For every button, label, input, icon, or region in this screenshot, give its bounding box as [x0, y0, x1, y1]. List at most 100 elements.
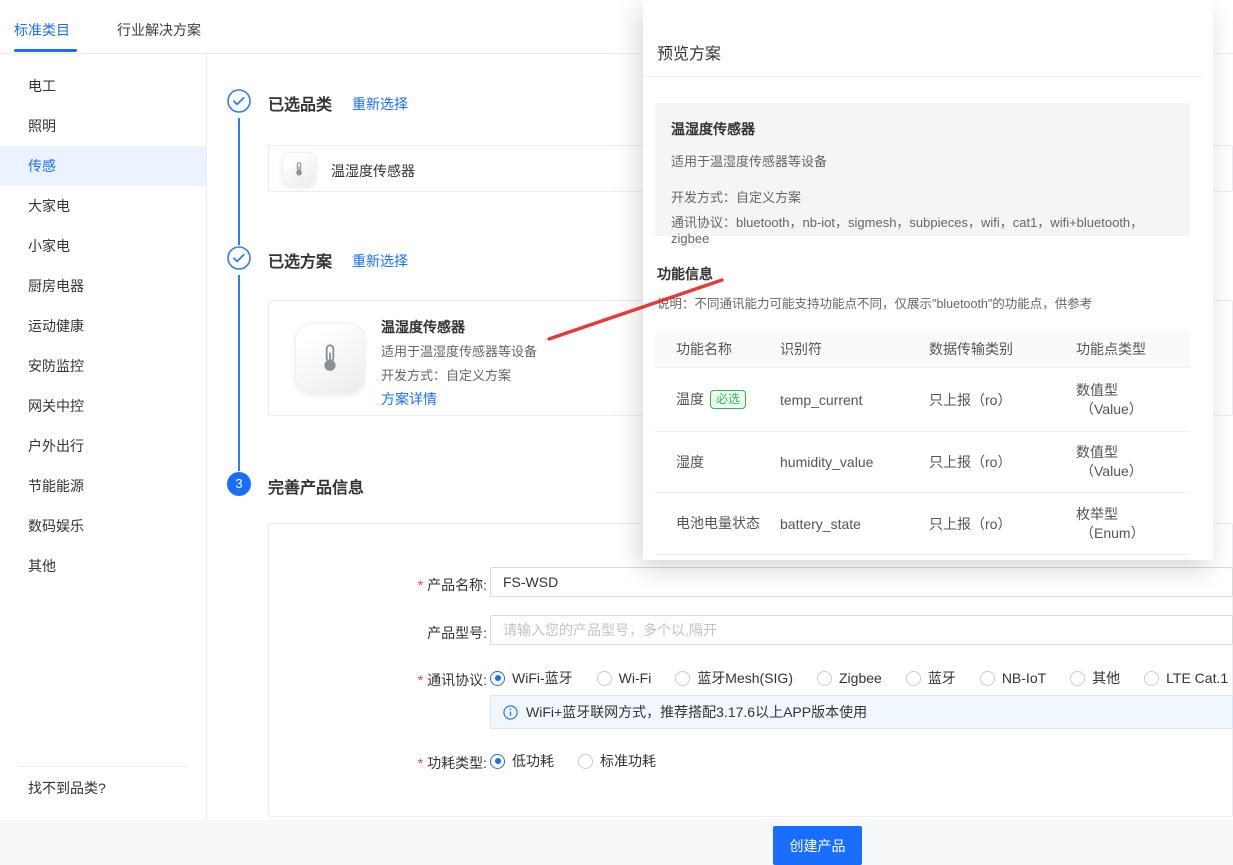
radio-icon [980, 671, 995, 686]
tab-industry-solutions[interactable]: 行业解决方案 [117, 20, 201, 40]
sidebar-item-large-appliance[interactable]: 大家电 [0, 186, 206, 226]
col-transfer-type: 数据传输类别 [929, 339, 1076, 359]
col-identifier: 识别符 [780, 339, 929, 359]
sidebar-item-lighting[interactable]: 照明 [0, 106, 206, 146]
solution-dev-mode: 开发方式：自定义方案 [381, 365, 511, 384]
protocol-radio-group: WiFi-蓝牙 Wi-Fi 蓝牙Mesh(SIG) Zigbee 蓝牙 NB-I… [490, 668, 1228, 688]
solution-detail-link[interactable]: 方案详情 [381, 389, 437, 409]
function-info-title: 功能信息 [657, 264, 713, 284]
table-header-row: 功能名称 识别符 数据传输类别 功能点类型 [655, 330, 1190, 368]
dp-type-text: 数值型 [1076, 443, 1190, 462]
table-row: 湿度 humidity_value 只上报（ro） 数值型 （Value） [655, 432, 1190, 493]
power-type-radio-group: 低功耗 标准功耗 [490, 751, 656, 771]
sidebar-item-kitchen-appliance[interactable]: 厨房电器 [0, 266, 206, 306]
dp-type-sub: （Value） [1076, 400, 1190, 419]
step3-number-badge: 3 [227, 472, 251, 496]
radio-icon [1144, 671, 1159, 686]
drawer-title-divider [643, 76, 1203, 77]
thermometer-icon [282, 152, 316, 186]
step-connector-2 [238, 275, 240, 471]
cannot-find-category-link[interactable]: 找不到品类? [28, 778, 106, 798]
sidebar-item-electrical[interactable]: 电工 [0, 66, 206, 106]
table-row: 温度 必选 temp_current 只上报（ro） 数值型 （Value） [655, 368, 1190, 432]
protocol-option-other[interactable]: 其他 [1070, 668, 1120, 688]
dp-transfer: 只上报（ro） [929, 452, 1076, 472]
power-option-standard[interactable]: 标准功耗 [578, 751, 656, 771]
sidebar-item-outdoor-travel[interactable]: 户外出行 [0, 426, 206, 466]
dp-type-sub: （Value） [1076, 462, 1190, 481]
step3-title: 完善产品信息 [268, 474, 364, 498]
protocol-label: *通讯协议: [327, 670, 487, 690]
product-name-label: *产品名称: [327, 575, 487, 595]
protocol-option-nbiot[interactable]: NB-IoT [980, 670, 1046, 686]
step1-check-icon [227, 89, 251, 113]
required-mark: * [418, 755, 423, 771]
protocol-option-zigbee[interactable]: Zigbee [817, 670, 882, 686]
drawer-title: 预览方案 [657, 40, 721, 64]
step1-title: 已选品类 [268, 91, 332, 115]
dp-transfer: 只上报（ro） [929, 390, 1076, 410]
required-badge: 必选 [710, 390, 746, 409]
sidebar-item-security-monitor[interactable]: 安防监控 [0, 346, 206, 386]
sidebar-item-others[interactable]: 其他 [0, 546, 206, 586]
function-info-note: 说明：不同通讯能力可能支持功能点不同，仅展示"bluetooth"的功能点，供参… [657, 293, 1092, 312]
required-mark: * [418, 672, 423, 688]
sidebar-item-gateway-control[interactable]: 网关中控 [0, 386, 206, 426]
step2-title: 已选方案 [268, 248, 332, 272]
category-sidebar: 电工 照明 传感 大家电 小家电 厨房电器 运动健康 安防监控 网关中控 户外出… [0, 54, 207, 820]
active-tab-underline [14, 49, 77, 52]
protocol-hint-text: WiFi+蓝牙联网方式，推荐搭配3.17.6以上APP版本使用 [526, 702, 867, 722]
sidebar-item-sport-health[interactable]: 运动健康 [0, 306, 206, 346]
radio-selected-icon [490, 671, 505, 686]
summary-desc: 适用于温湿度传感器等设备 [671, 151, 1174, 170]
sidebar-footer-divider [18, 766, 188, 767]
summary-protocols: 通讯协议：bluetooth，nb-iot，sigmesh，subpieces，… [671, 212, 1174, 246]
protocol-option-wifi[interactable]: Wi-Fi [597, 670, 652, 686]
sidebar-item-sensing[interactable]: 传感 [0, 146, 206, 186]
power-type-label: *功耗类型: [327, 753, 487, 773]
create-product-page: 标准类目 行业解决方案 电工 照明 传感 大家电 小家电 厨房电器 运动健康 安… [0, 0, 1233, 865]
power-option-low[interactable]: 低功耗 [490, 751, 554, 771]
dp-name-text: 湿度 [676, 453, 704, 472]
table-row: 电池电量状态 battery_state 只上报（ro） 枚举型 （Enum） [655, 493, 1190, 555]
summary-dev-mode: 开发方式：自定义方案 [671, 187, 1174, 206]
preview-solution-drawer: 预览方案 温湿度传感器 适用于温湿度传感器等设备 开发方式：自定义方案 通讯协议… [643, 0, 1213, 560]
selected-category-name: 温湿度传感器 [331, 161, 415, 181]
radio-selected-icon [490, 754, 505, 769]
radio-icon [1070, 671, 1085, 686]
dp-name-text: 温度 [676, 390, 704, 409]
tab-standard-category[interactable]: 标准类目 [14, 20, 70, 40]
dp-identifier: humidity_value [780, 454, 929, 470]
sidebar-item-energy-saving[interactable]: 节能能源 [0, 466, 206, 506]
radio-icon [906, 671, 921, 686]
radio-icon [675, 671, 690, 686]
create-product-button[interactable]: 创建产品 [773, 826, 862, 865]
dp-type-text: 枚举型 [1076, 505, 1190, 524]
col-function-name: 功能名称 [676, 339, 780, 359]
protocol-option-wifi-ble[interactable]: WiFi-蓝牙 [490, 668, 573, 688]
protocol-option-lte-cat1[interactable]: LTE Cat.1 [1144, 670, 1228, 686]
step1-reselect-link[interactable]: 重新选择 [352, 94, 408, 114]
radio-icon [578, 754, 593, 769]
radio-icon [817, 671, 832, 686]
function-points-table: 功能名称 识别符 数据传输类别 功能点类型 温度 必选 temp_current… [655, 330, 1190, 555]
product-model-input[interactable] [490, 615, 1233, 645]
thermometer-icon [295, 323, 365, 393]
solution-name: 温湿度传感器 [381, 317, 465, 337]
dp-transfer: 只上报（ro） [929, 514, 1076, 534]
step-connector-1 [238, 118, 240, 245]
product-model-label: 产品型号: [327, 623, 487, 643]
product-name-input[interactable] [490, 567, 1233, 597]
dp-type-sub: （Enum） [1076, 524, 1190, 543]
dp-type-text: 数值型 [1076, 381, 1190, 400]
protocol-option-ble-mesh[interactable]: 蓝牙Mesh(SIG) [675, 668, 793, 688]
step2-reselect-link[interactable]: 重新选择 [352, 251, 408, 271]
info-icon [503, 705, 518, 720]
protocol-option-bluetooth[interactable]: 蓝牙 [906, 668, 956, 688]
footer-bar: 创建产品 [0, 820, 1233, 865]
sidebar-item-digital-entertainment[interactable]: 数码娱乐 [0, 506, 206, 546]
sidebar-item-small-appliance[interactable]: 小家电 [0, 226, 206, 266]
category-list: 电工 照明 传感 大家电 小家电 厨房电器 运动健康 安防监控 网关中控 户外出… [0, 54, 206, 586]
required-mark: * [418, 577, 423, 593]
radio-icon [597, 671, 612, 686]
